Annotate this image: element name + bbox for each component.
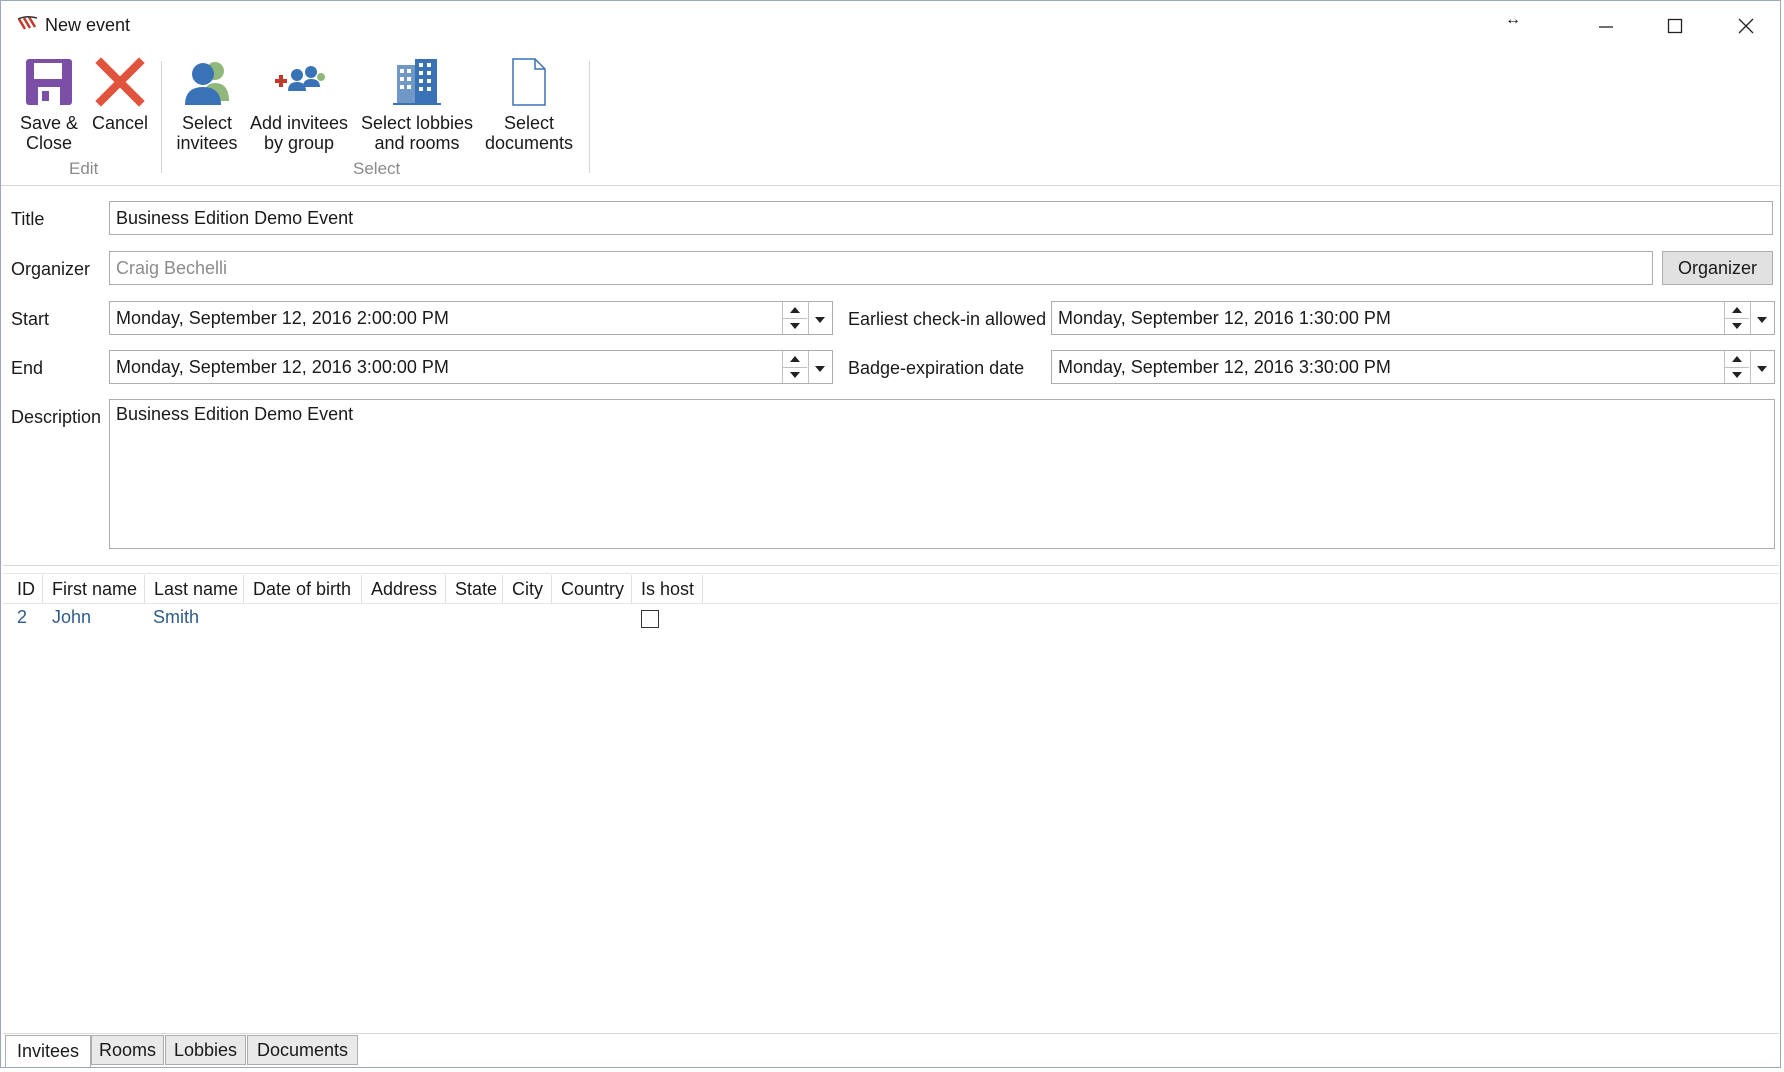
add-invitees-by-group-button[interactable]: Add invitees by group [247,57,351,153]
select-invitees-button[interactable]: Select invitees [169,57,245,153]
badge-expiration-value: Monday, September 12, 2016 3:30:00 PM [1058,356,1391,377]
cancel-label: Cancel [91,113,149,133]
badge-expiration-datetime-picker[interactable]: Monday, September 12, 2016 3:30:00 PM [1051,350,1775,384]
title-value: Business Edition Demo Event [116,207,354,228]
start-spinner[interactable] [782,302,807,334]
spin-down-icon[interactable] [783,368,807,384]
end-spinner[interactable] [782,351,807,383]
end-datetime-picker[interactable]: Monday, September 12, 2016 3:00:00 PM [109,350,833,384]
organizer-button[interactable]: Organizer [1662,251,1773,285]
select-lobbies-rooms-button[interactable]: Select lobbies and rooms [355,57,479,153]
add-invitees-by-group-label: Add invitees by group [249,113,349,153]
cancel-button[interactable]: Cancel [89,57,151,133]
description-value: Business Edition Demo Event [116,404,354,424]
grid-divider [3,573,1779,574]
app-logo-icon [17,15,39,33]
tabs-divider [3,1033,1779,1034]
organizer-field: Craig Bechelli [109,251,1653,285]
ribbon-toolbar: Save & Close Cancel Select invitees Add … [1,49,1780,186]
spin-down-icon[interactable] [1725,368,1749,384]
select-documents-label: Select documents [484,113,574,153]
spin-up-icon[interactable] [1725,351,1749,368]
badge-spinner[interactable] [1724,351,1749,383]
select-group-label: Select [353,159,401,178]
checkin-dropdown-button[interactable] [1750,302,1773,334]
add-group-icon [247,57,351,111]
chevron-down-icon [814,357,826,378]
start-dropdown-button[interactable] [808,302,831,334]
grid-header-line [3,603,1779,604]
resize-arrows-icon: ↔ [1505,11,1521,28]
tab-lobbies[interactable]: Lobbies [165,1035,246,1065]
end-value: Monday, September 12, 2016 3:00:00 PM [116,356,449,377]
window-title: New event [45,15,131,35]
minimize-button[interactable] [1583,9,1629,43]
chevron-down-icon [1756,357,1768,378]
start-value: Monday, September 12, 2016 2:00:00 PM [116,307,449,328]
column-header-first-name[interactable]: First name [44,575,145,603]
organizer-label: Organizer [11,259,91,279]
column-header-country[interactable]: Country [553,575,632,603]
select-lobbies-rooms-label: Select lobbies and rooms [360,113,474,153]
title-label: Title [11,209,45,229]
red-x-icon [89,57,151,111]
table-row-first-name[interactable]: John [52,607,91,628]
checkin-spinner[interactable] [1724,302,1749,334]
column-header-address[interactable]: Address [363,575,446,603]
spin-up-icon[interactable] [1725,302,1749,319]
column-header-last-name[interactable]: Last name [146,575,244,603]
spin-up-icon[interactable] [783,351,807,368]
column-header-state[interactable]: State [447,575,503,603]
edit-group-label: Edit [69,159,99,178]
column-header-date-of-birth[interactable]: Date of birth [245,575,362,603]
column-header-is-host[interactable]: Is host [633,575,703,603]
ribbon-separator [589,61,590,173]
end-dropdown-button[interactable] [808,351,831,383]
table-row-id[interactable]: 2 [17,607,27,628]
ribbon-separator [161,61,162,173]
description-label: Description [11,407,102,427]
column-header-id[interactable]: ID [9,575,43,603]
close-button[interactable] [1723,9,1769,43]
spin-up-icon[interactable] [783,302,807,319]
start-datetime-picker[interactable]: Monday, September 12, 2016 2:00:00 PM [109,301,833,335]
badge-dropdown-button[interactable] [1750,351,1773,383]
chevron-down-icon [1756,308,1768,329]
document-icon [479,57,579,111]
column-header-city[interactable]: City [504,575,552,603]
person-icon [169,57,245,111]
tab-documents[interactable]: Documents [247,1035,358,1065]
grid-divider [3,565,1779,566]
end-label: End [11,358,44,378]
checkin-datetime-picker[interactable]: Monday, September 12, 2016 1:30:00 PM [1051,301,1775,335]
table-row-last-name[interactable]: Smith [153,607,199,628]
is-host-checkbox[interactable] [641,610,659,628]
spin-down-icon[interactable] [1725,319,1749,335]
title-bar: New event ↔ [1,1,1780,49]
organizer-value: Craig Bechelli [116,257,228,278]
title-input[interactable]: Business Edition Demo Event [109,201,1773,235]
description-textarea[interactable]: Business Edition Demo Event [109,399,1775,549]
chevron-down-icon [814,308,826,329]
spin-down-icon[interactable] [783,319,807,335]
start-label: Start [11,309,50,329]
building-icon [355,57,479,111]
select-documents-button[interactable]: Select documents [479,57,579,153]
select-invitees-label: Select invitees [176,113,238,153]
new-event-window: New event ↔ Save & Close Cancel Select i… [0,0,1781,1068]
floppy-disk-icon [17,57,81,111]
checkin-value: Monday, September 12, 2016 1:30:00 PM [1058,307,1391,328]
tab-invitees[interactable]: Invitees [5,1035,91,1067]
checkin-label: Earliest check-in allowed [848,309,1047,329]
save-close-button[interactable]: Save & Close [17,57,81,153]
badge-expiration-label: Badge-expiration date [848,358,1025,378]
maximize-button[interactable] [1652,9,1698,43]
tab-rooms[interactable]: Rooms [91,1035,164,1065]
save-close-label: Save & Close [19,113,79,153]
